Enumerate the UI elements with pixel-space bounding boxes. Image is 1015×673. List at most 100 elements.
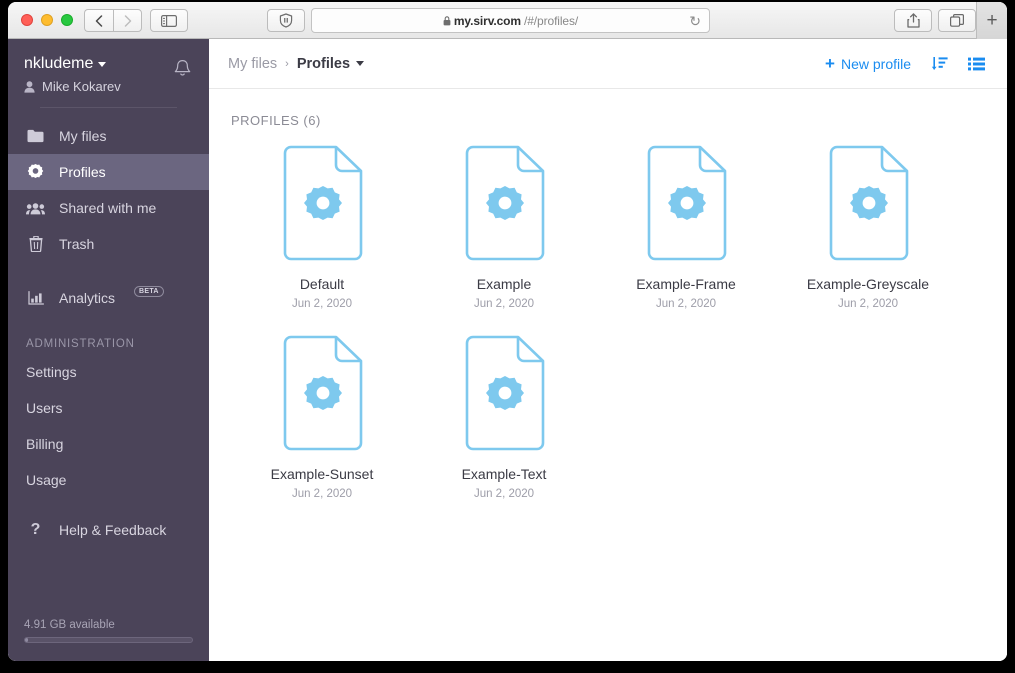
sort-button[interactable] bbox=[931, 56, 948, 72]
profile-name: Example-Greyscale bbox=[806, 276, 930, 292]
sidebar-item-label: Analytics bbox=[59, 290, 116, 306]
forward-button[interactable] bbox=[113, 9, 142, 32]
breadcrumb-current-label: Profiles bbox=[296, 55, 351, 72]
question-icon: ? bbox=[30, 521, 41, 538]
url-text: my.sirv.com/#/profiles/ bbox=[443, 14, 578, 28]
current-user: Mike Kokarev bbox=[24, 79, 193, 94]
profiles-grid: Default Jun 2, 2020 Example Jun 2, 2020 Exam… bbox=[231, 144, 971, 524]
sidebar-item-help-feedback[interactable]: ? Help & Feedback bbox=[8, 512, 209, 548]
sidebar-item-profiles[interactable]: Profiles bbox=[8, 154, 209, 190]
storage-bar-fill bbox=[25, 638, 29, 642]
sidebar-item-usage[interactable]: Usage bbox=[8, 462, 209, 498]
bar-chart-icon bbox=[26, 291, 45, 305]
sidebar-item-my-files[interactable]: My files bbox=[8, 118, 209, 154]
sidebar-item-settings[interactable]: Settings bbox=[8, 354, 209, 390]
close-window-button[interactable] bbox=[21, 14, 33, 26]
profile-name: Example-Frame bbox=[636, 276, 736, 292]
trash-icon bbox=[26, 236, 45, 252]
url-path: /#/profiles/ bbox=[523, 13, 579, 28]
gear-icon bbox=[26, 163, 45, 181]
profile-document-icon bbox=[462, 144, 546, 262]
show-tabs-button[interactable] bbox=[938, 9, 976, 32]
profile-card[interactable]: Default Jun 2, 2020 bbox=[231, 144, 413, 310]
notifications-button[interactable] bbox=[174, 59, 191, 83]
sidebar-item-label: Profiles bbox=[59, 164, 106, 180]
maximize-window-button[interactable] bbox=[61, 14, 73, 26]
profile-card[interactable]: Example Jun 2, 2020 bbox=[413, 144, 595, 310]
profile-name: Example-Sunset bbox=[270, 466, 374, 482]
breadcrumb-separator: › bbox=[285, 57, 289, 70]
storage-label: 4.91 GB available bbox=[24, 619, 115, 631]
section-title: PROFILES (6) bbox=[231, 113, 321, 128]
sidebar: nkludeme Mike Kokarev My files Profiles … bbox=[8, 39, 209, 661]
sidebar-item-shared-with-me[interactable]: Shared with me bbox=[8, 190, 209, 226]
shield-icon bbox=[279, 13, 293, 28]
back-button[interactable] bbox=[84, 9, 113, 32]
new-profile-button[interactable]: + New profile bbox=[825, 55, 911, 72]
breadcrumb-my-files[interactable]: My files bbox=[228, 56, 277, 72]
chevron-down-icon bbox=[98, 61, 107, 67]
account-name: nkludeme bbox=[24, 55, 94, 72]
window-traffic-lights bbox=[21, 14, 73, 26]
breadcrumb-current[interactable]: Profiles bbox=[296, 55, 365, 72]
profile-date: Jun 2, 2020 bbox=[291, 488, 353, 500]
toolbar-actions: + New profile bbox=[825, 55, 985, 72]
profile-date: Jun 2, 2020 bbox=[837, 298, 899, 310]
sidebar-item-label: Trash bbox=[59, 236, 95, 252]
account-switcher[interactable]: nkludeme bbox=[24, 55, 193, 73]
storage-bar-track bbox=[24, 637, 193, 643]
profile-document-icon bbox=[826, 144, 910, 262]
profile-date: Jun 2, 2020 bbox=[473, 488, 535, 500]
plus-icon: + bbox=[825, 54, 835, 73]
profile-card[interactable]: Example-Greyscale Jun 2, 2020 bbox=[777, 144, 959, 310]
sidebar-item-label: Shared with me bbox=[59, 200, 157, 216]
profile-card[interactable]: Example-Text Jun 2, 2020 bbox=[413, 334, 595, 500]
profile-document-icon bbox=[280, 144, 364, 262]
profile-name: Default bbox=[299, 276, 345, 292]
user-icon bbox=[24, 80, 35, 93]
browser-right-buttons bbox=[894, 9, 976, 32]
share-button[interactable] bbox=[894, 9, 932, 32]
main-content: My files › Profiles + New profile PROFIL… bbox=[209, 39, 1007, 661]
list-view-button[interactable] bbox=[968, 57, 985, 71]
new-tab-button[interactable]: + bbox=[976, 2, 1007, 39]
sidebar-nav: My files Profiles Shared with me Trash A… bbox=[8, 118, 209, 316]
chevron-left-icon bbox=[95, 14, 103, 27]
new-profile-label: New profile bbox=[840, 55, 911, 72]
chevron-down-icon bbox=[356, 61, 365, 66]
profile-card[interactable]: Example-Sunset Jun 2, 2020 bbox=[231, 334, 413, 500]
breadcrumb: My files › Profiles bbox=[228, 55, 365, 72]
privacy-report-button[interactable] bbox=[267, 9, 305, 32]
profile-document-icon bbox=[462, 334, 546, 452]
account-header: nkludeme Mike Kokarev bbox=[8, 39, 209, 108]
profile-name: Example bbox=[476, 276, 532, 292]
sidebar-item-billing[interactable]: Billing bbox=[8, 426, 209, 462]
address-bar[interactable]: my.sirv.com/#/profiles/ ↻ bbox=[311, 8, 710, 33]
bell-icon bbox=[174, 60, 191, 76]
profile-document-icon bbox=[644, 144, 728, 262]
share-icon bbox=[906, 13, 920, 28]
minimize-window-button[interactable] bbox=[41, 14, 53, 26]
sidebar-icon bbox=[161, 14, 177, 27]
sidebar-item-analytics[interactable]: Analytics BETA bbox=[8, 280, 209, 316]
sidebar-divider bbox=[40, 107, 177, 108]
browser-window: my.sirv.com/#/profiles/ ↻ + nkludeme Mik… bbox=[8, 2, 1007, 661]
sidebar-toggle-button[interactable] bbox=[150, 9, 188, 32]
sidebar-item-users[interactable]: Users bbox=[8, 390, 209, 426]
sidebar-item-label: My files bbox=[59, 128, 107, 144]
profile-card[interactable]: Example-Frame Jun 2, 2020 bbox=[595, 144, 777, 310]
tabs-icon bbox=[950, 14, 964, 27]
chevron-right-icon bbox=[124, 14, 131, 27]
beta-badge: BETA bbox=[134, 285, 164, 297]
sidebar-item-label: Help & Feedback bbox=[59, 522, 167, 538]
reload-button[interactable]: ↻ bbox=[689, 13, 701, 30]
app-body: nkludeme Mike Kokarev My files Profiles … bbox=[8, 39, 1007, 661]
administration-heading: ADMINISTRATION bbox=[26, 338, 135, 350]
url-host: my.sirv.com bbox=[453, 13, 521, 28]
sidebar-item-trash[interactable]: Trash bbox=[8, 226, 209, 262]
storage-indicator: 4.91 GB available bbox=[24, 619, 193, 643]
profile-date: Jun 2, 2020 bbox=[291, 298, 353, 310]
lock-icon bbox=[443, 15, 451, 25]
list-view-icon bbox=[968, 57, 985, 70]
sort-descending-icon bbox=[931, 56, 948, 70]
